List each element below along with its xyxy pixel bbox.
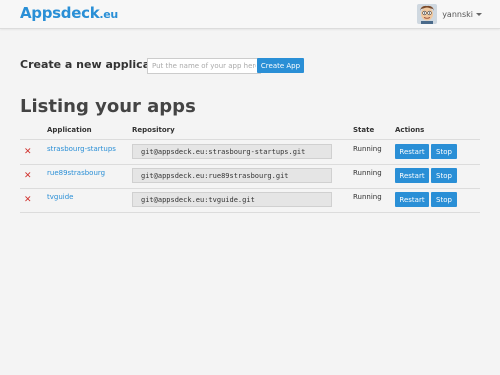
caret-down-icon [476, 12, 482, 16]
repository-url[interactable]: git@appsdeck.eu:strasbourg-startups.git [132, 144, 332, 159]
app-name-link[interactable]: strasbourg-startups [47, 145, 116, 153]
app-state: Running [353, 145, 382, 153]
table-row: ✕ strasbourg-startups git@appsdeck.eu:st… [20, 141, 480, 165]
stop-button[interactable]: Stop [431, 144, 457, 159]
table-row: ✕ rue89strasbourg git@appsdeck.eu:rue89s… [20, 165, 480, 189]
page-title: Listing your apps [20, 96, 196, 117]
create-app-button[interactable]: Create App [257, 58, 304, 73]
brand-name: Appsdeck [20, 4, 100, 22]
repository-url[interactable]: git@appsdeck.eu:tvguide.git [132, 192, 332, 207]
column-application: Application [47, 126, 92, 134]
column-repository: Repository [132, 126, 175, 134]
user-avatar-icon [417, 4, 438, 24]
restart-button[interactable]: Restart [395, 192, 429, 207]
restart-button[interactable]: Restart [395, 168, 429, 183]
apps-table-header: Application Repository State Actions [20, 126, 480, 140]
app-name-link[interactable]: rue89strasbourg [47, 169, 105, 177]
app-state: Running [353, 193, 382, 201]
table-row: ✕ tvguide git@appsdeck.eu:tvguide.git Ru… [20, 189, 480, 213]
app-name-link[interactable]: tvguide [47, 193, 73, 201]
username: yannski [442, 9, 473, 19]
column-actions: Actions [395, 126, 425, 134]
delete-x-icon[interactable]: ✕ [24, 171, 32, 181]
top-navbar: Appsdeck.eu yannski [0, 0, 500, 29]
stop-button[interactable]: Stop [431, 192, 457, 207]
repository-url[interactable]: git@appsdeck.eu:rue89strasbourg.git [132, 168, 332, 183]
app-name-input[interactable] [147, 58, 261, 74]
user-menu[interactable]: yannski [417, 3, 482, 25]
restart-button[interactable]: Restart [395, 144, 429, 159]
stop-button[interactable]: Stop [431, 168, 457, 183]
column-state: State [353, 126, 375, 134]
brand-tld: .eu [99, 8, 118, 21]
delete-x-icon[interactable]: ✕ [24, 147, 32, 157]
brand-logo[interactable]: Appsdeck.eu [20, 4, 118, 22]
delete-x-icon[interactable]: ✕ [24, 195, 32, 205]
app-state: Running [353, 169, 382, 177]
